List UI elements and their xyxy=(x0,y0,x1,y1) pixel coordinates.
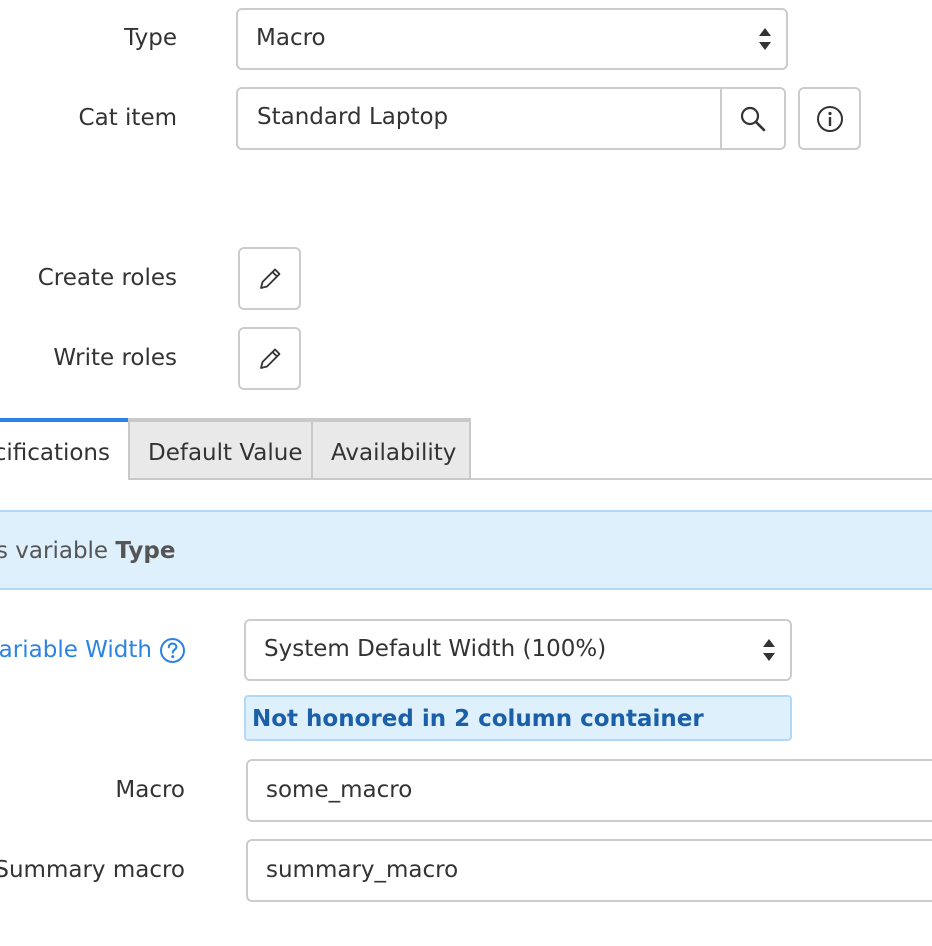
create-roles-edit-button[interactable] xyxy=(238,247,301,310)
macro-label: Macro xyxy=(115,777,185,803)
summary-macro-input-value: summary_macro xyxy=(266,857,459,883)
type-label: Type xyxy=(124,25,177,51)
variable-width-label[interactable]: Variable Width xyxy=(0,635,152,665)
variable-width-note: Not honored in 2 column container xyxy=(244,695,792,741)
macro-input[interactable]: some_macro xyxy=(246,759,932,822)
type-select-value: Macro xyxy=(256,25,326,51)
banner-text: s variable xyxy=(0,538,116,564)
cat-item-field[interactable]: Standard Laptop xyxy=(236,87,786,150)
help-icon[interactable] xyxy=(159,637,186,664)
cat-item-label: Cat item xyxy=(78,105,177,131)
info-icon xyxy=(816,105,843,132)
pencil-icon xyxy=(259,268,280,289)
summary-macro-label: Summary macro xyxy=(0,857,185,883)
write-roles-label: Write roles xyxy=(53,345,177,371)
variable-width-note-text: Not honored in 2 column container xyxy=(252,706,704,732)
cat-item-value: Standard Laptop xyxy=(257,104,449,130)
select-arrows-icon xyxy=(759,28,771,50)
summary-macro-input[interactable]: summary_macro xyxy=(246,839,932,902)
type-select[interactable]: Macro xyxy=(236,8,788,70)
create-roles-label: Create roles xyxy=(37,265,177,291)
tab-label: cifications xyxy=(0,440,110,466)
variable-width-select[interactable]: System Default Width (100%) xyxy=(244,619,792,681)
variable-type-banner: s variable Type xyxy=(0,510,932,590)
tab-label: Default Value xyxy=(148,440,303,466)
search-icon xyxy=(740,106,766,132)
variable-width-value: System Default Width (100%) xyxy=(264,636,607,662)
pencil-icon xyxy=(259,348,280,369)
form-page: Type Macro Cat item Standard Laptop Crea… xyxy=(0,0,932,946)
macro-input-value: some_macro xyxy=(266,777,413,803)
tab-availability[interactable]: Availability xyxy=(311,418,471,480)
write-roles-edit-button[interactable] xyxy=(238,327,301,390)
tab-default-value[interactable]: Default Value xyxy=(128,418,313,480)
banner-bold-text: Type xyxy=(115,538,176,564)
cat-item-info-button[interactable] xyxy=(798,87,861,150)
cat-item-search-button[interactable] xyxy=(720,89,784,148)
tab-label: Availability xyxy=(331,440,457,466)
select-arrows-icon xyxy=(763,639,775,661)
tab-specifications[interactable]: cifications xyxy=(0,418,128,480)
